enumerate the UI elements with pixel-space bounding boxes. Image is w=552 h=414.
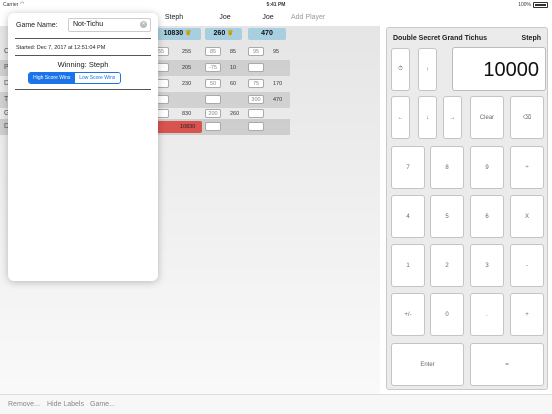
digit-2-key[interactable]: 2: [430, 244, 464, 287]
divide-key[interactable]: ÷: [510, 146, 544, 189]
battery-icon: [533, 2, 548, 8]
score-entry[interactable]: [248, 109, 264, 118]
decimal-key[interactable]: .: [470, 293, 504, 336]
backspace-key[interactable]: ⌫: [510, 96, 544, 139]
total-player-2[interactable]: 260 ♛: [205, 28, 242, 40]
game-button[interactable]: Game...: [90, 401, 115, 408]
running-total: 470: [273, 97, 283, 103]
winning-label: Winning: Steph: [57, 60, 109, 69]
game-name-field[interactable]: Not-Tichu ✕: [68, 18, 151, 32]
score-entry[interactable]: 95: [248, 47, 264, 56]
arrow-down-key[interactable]: ↓: [418, 96, 437, 139]
running-total: 260: [230, 111, 240, 117]
score-entry[interactable]: 85: [205, 47, 221, 56]
total-player-3[interactable]: 470: [248, 28, 286, 40]
high-score-wins-segment[interactable]: High Score Wins: [29, 73, 75, 83]
started-timestamp: Started: Dec 7, 2017 at 12:51:04 PM: [16, 45, 106, 51]
arrow-right-key[interactable]: →: [443, 96, 462, 139]
digit-4-key[interactable]: 4: [391, 195, 425, 238]
score-entry[interactable]: 300: [248, 95, 264, 104]
calculator-player: Steph: [521, 35, 541, 42]
negate-key[interactable]: +/-: [391, 293, 425, 336]
running-total: 255: [182, 49, 192, 55]
enter-key[interactable]: Enter: [391, 343, 464, 386]
digit-6-key[interactable]: 6: [470, 195, 504, 238]
running-total: 170: [273, 81, 283, 87]
clock: 5:41 PM: [266, 2, 286, 8]
divider: [15, 55, 151, 56]
running-total: 85: [230, 49, 237, 55]
score-calculator: Double Secret Grand Tichus Steph 10000 ⏱…: [386, 27, 548, 390]
hide-labels-button[interactable]: Hide Labels: [47, 401, 84, 408]
clear-text-icon[interactable]: ✕: [140, 21, 147, 28]
game-name-label: Game Name:: [16, 22, 58, 29]
calculator-title: Double Secret Grand Tichus: [393, 35, 488, 42]
battery-percentage: 100%: [518, 2, 531, 8]
score-entry[interactable]: 75: [248, 79, 264, 88]
low-score-wins-segment[interactable]: Low Score Wins: [74, 73, 120, 83]
running-total: 60: [230, 81, 237, 87]
timer-icon[interactable]: ⏱: [391, 48, 410, 91]
crown-icon: ♛: [227, 30, 234, 37]
scoring-mode-segmented-control[interactable]: High Score Wins Low Score Wins: [28, 72, 121, 84]
remove-button[interactable]: Remove...: [8, 401, 40, 408]
digit-9-key[interactable]: 9: [470, 146, 504, 189]
total-player-1[interactable]: 10830 ♛: [154, 28, 201, 40]
game-info-popover: Game Name: Not-Tichu ✕ Started: Dec 7, 2…: [8, 13, 158, 281]
clear-key[interactable]: Clear: [470, 96, 504, 139]
digit-5-key[interactable]: 5: [430, 195, 464, 238]
running-total: 205: [182, 65, 192, 71]
running-total: 10: [230, 65, 237, 71]
player-name-3[interactable]: Joe: [248, 14, 288, 21]
player-name-1[interactable]: Steph: [154, 14, 194, 21]
score-entry[interactable]: [248, 122, 264, 131]
arrow-up-key[interactable]: ↑: [418, 48, 437, 91]
calculator-display: 10000: [452, 47, 546, 91]
bottom-toolbar: Remove... Hide Labels Game...: [0, 394, 552, 414]
running-total: 230: [182, 81, 192, 87]
equals-key[interactable]: =: [470, 343, 544, 386]
divider: [15, 89, 151, 90]
player-name-2[interactable]: Joe: [205, 14, 245, 21]
digit-7-key[interactable]: 7: [391, 146, 425, 189]
digit-8-key[interactable]: 8: [430, 146, 464, 189]
score-entry[interactable]: 200: [205, 109, 221, 118]
digit-3-key[interactable]: 3: [470, 244, 504, 287]
score-entry[interactable]: [205, 95, 221, 104]
score-entry[interactable]: -75: [205, 63, 221, 72]
minus-key[interactable]: -: [510, 244, 544, 287]
divider: [15, 38, 151, 39]
crown-icon: ♛: [185, 30, 192, 37]
score-entry[interactable]: [248, 63, 264, 72]
arrow-left-key[interactable]: ←: [391, 96, 410, 139]
plus-key[interactable]: +: [510, 293, 544, 336]
add-player-button[interactable]: Add Player: [291, 14, 325, 21]
score-entry[interactable]: [205, 122, 221, 131]
multiply-key[interactable]: X: [510, 195, 544, 238]
status-bar: Carrier ◠ 5:41 PM 100%: [0, 0, 552, 10]
digit-0-key[interactable]: 0: [430, 293, 464, 336]
running-total: 95: [273, 49, 280, 55]
score-entry[interactable]: 50: [205, 79, 221, 88]
running-total: 830: [182, 111, 192, 117]
digit-1-key[interactable]: 1: [391, 244, 425, 287]
